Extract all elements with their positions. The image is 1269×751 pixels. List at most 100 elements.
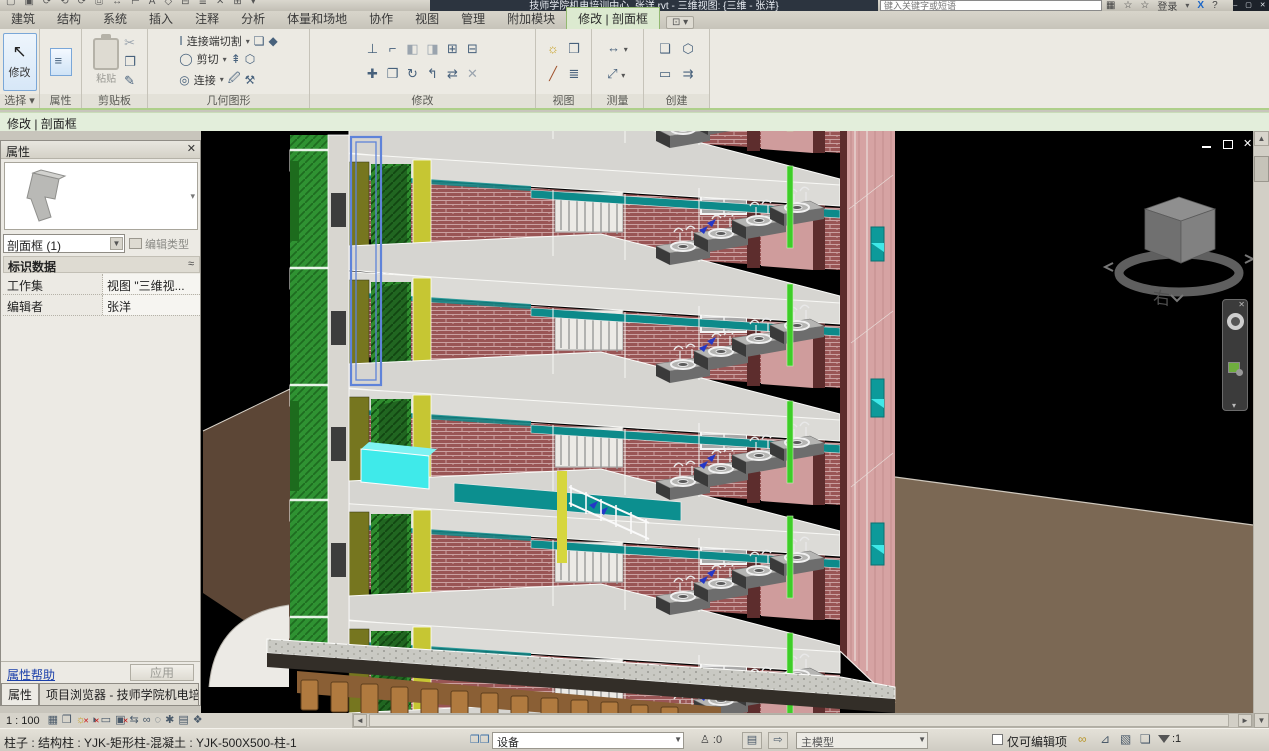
render-icon[interactable]: ❒	[568, 41, 580, 57]
filter-funnel-icon[interactable]	[1158, 735, 1170, 743]
vertical-scroll-thumb[interactable]	[1254, 156, 1269, 182]
editor-value[interactable]: 张洋	[103, 295, 200, 315]
crop-region-icon[interactable]: ▣✕	[115, 714, 125, 727]
minimize-icon[interactable]	[1201, 139, 1213, 149]
apply-button[interactable]: 应用	[130, 664, 194, 681]
shadows-icon[interactable]: ◑✕	[90, 714, 97, 727]
tab-systems[interactable]: 系统	[92, 8, 138, 29]
scroll-right-icon[interactable]: ►	[1238, 714, 1252, 727]
modify-state-dropdown[interactable]: ⊡ ▾	[666, 16, 694, 29]
tab-collaborate[interactable]: 协作	[358, 8, 404, 29]
tab-view[interactable]: 视图	[404, 8, 450, 29]
exchange-apps-icon[interactable]: X	[1197, 0, 1204, 11]
array-icon[interactable]: ⇄	[447, 66, 458, 82]
exchange-grid-icon[interactable]: ▦	[1106, 0, 1115, 11]
lightbulb-icon[interactable]: ☼	[547, 41, 559, 57]
switch-windows-icon[interactable]: ⊞	[233, 0, 241, 7]
scroll-up-icon[interactable]: ▲	[1254, 131, 1269, 146]
help-icon[interactable]: ?	[1212, 0, 1218, 11]
copy-icon[interactable]: ❐	[124, 54, 136, 70]
properties-header[interactable]: 属性 ✕	[1, 141, 200, 159]
split-icon[interactable]: ⊞	[447, 41, 458, 57]
sun-path-icon[interactable]: ☼✕	[76, 714, 86, 727]
save-icon[interactable]: ▣	[24, 0, 33, 7]
scroll-down-icon[interactable]: ▼	[1254, 713, 1269, 728]
mirror-axis-icon[interactable]: ◧	[406, 41, 418, 57]
favorites-icon[interactable]: ☆	[1123, 0, 1132, 11]
properties-close-icon[interactable]: ✕	[187, 142, 196, 155]
exclude-options-icon[interactable]: ▧	[1120, 732, 1131, 746]
tab-addins[interactable]: 附加模块	[496, 8, 566, 29]
properties-icon[interactable]	[50, 48, 72, 76]
parts-icon[interactable]: ▭	[659, 66, 671, 82]
tab-modify-section-box[interactable]: 修改 | 剖面框	[566, 7, 660, 29]
qat-dropdown-icon[interactable]: ▾	[251, 0, 256, 7]
select-underlay-icon[interactable]: ❏	[1140, 732, 1151, 746]
align-icon[interactable]: ⊥	[367, 41, 378, 57]
group-icon[interactable]: ❑	[659, 41, 671, 57]
navbar-dropdown-icon[interactable]: ▾	[1232, 401, 1236, 410]
close-hidden-icon[interactable]: ✕	[216, 0, 224, 7]
vertical-scrollbar[interactable]: ▲ ▼	[1253, 131, 1269, 728]
worksets-icon[interactable]: ❒❒	[470, 733, 490, 746]
open-icon[interactable]: ▢	[6, 0, 15, 7]
properties-help-link[interactable]: 属性帮助	[7, 666, 55, 683]
similar-icon[interactable]: ⇉	[683, 66, 694, 82]
brush-icon[interactable]: ╱	[549, 66, 557, 82]
worksharing-display-icon[interactable]: ✱	[165, 714, 174, 727]
match-type-icon[interactable]: ✎	[124, 73, 136, 89]
assembly-icon[interactable]: ⬡	[682, 41, 693, 57]
move-icon[interactable]: ✚	[367, 66, 378, 82]
active-workset-select[interactable]: 设备▼	[492, 732, 684, 749]
star-icon[interactable]: ☆	[1140, 0, 1149, 11]
cut-profile-button[interactable]: Ⅰ连接端切割▾❏◆	[179, 33, 278, 49]
type-selector[interactable]: 剖面框 (1) ▼	[3, 234, 125, 253]
scale-button[interactable]: 1 : 100	[6, 715, 40, 727]
editing-requests-indicator[interactable]: ♙ :0	[700, 733, 722, 746]
dimension-icon[interactable]: ⊢	[131, 0, 140, 7]
tab-massing-site[interactable]: 体量和场地	[276, 8, 358, 29]
print-icon[interactable]: ⎙	[95, 0, 103, 7]
horizontal-scrollbar[interactable]: ◄ ►	[352, 713, 1253, 728]
type-selector-dropdown-icon[interactable]: ▼	[110, 237, 123, 250]
mirror-line-icon[interactable]: ◨	[426, 41, 438, 57]
temporary-hide-icon[interactable]: ∞	[143, 714, 151, 727]
reveal-hidden-icon[interactable]: ◌	[155, 714, 162, 727]
tab-project-browser[interactable]: 项目浏览器 - 技师学院机电培训...	[39, 683, 199, 705]
tab-structure[interactable]: 结构	[46, 8, 92, 29]
copy-tool-icon[interactable]: ❐	[387, 66, 399, 82]
tab-properties-palette[interactable]: 属性	[1, 683, 39, 705]
dimension-tool-icon[interactable]: ⤢ ▾	[607, 66, 628, 84]
collapse-chevron-icon[interactable]: ≈	[188, 258, 194, 270]
edit-type-button[interactable]: 编辑类型	[129, 234, 199, 253]
view-window-controls[interactable]: ✕	[1201, 139, 1253, 149]
text-icon[interactable]: A	[149, 0, 156, 7]
tab-insert[interactable]: 插入	[138, 8, 184, 29]
3d-view-icon[interactable]: ◇	[164, 0, 172, 7]
search-input[interactable]	[880, 0, 1102, 11]
panel-caption-select[interactable]: 选择 ▾	[0, 94, 39, 108]
section-icon[interactable]: ⊟	[181, 0, 189, 7]
editable-only-checkbox[interactable]	[992, 734, 1003, 745]
window-controls-top[interactable]: – ▢ ✕	[1233, 0, 1269, 11]
workset-value[interactable]: 视图 "三维视...	[103, 274, 200, 294]
delete-icon[interactable]: ✕	[467, 66, 478, 82]
navigation-bar[interactable]: ✕ ▾	[1222, 299, 1248, 411]
tab-manage[interactable]: 管理	[450, 8, 496, 29]
undo-icon[interactable]: ⟲	[60, 0, 68, 7]
quick-access-toolbar[interactable]: ▢ ▣ ⟳ ⟲ ⟳ ⎙ ↔ ⊢ A ◇ ⊟ ≣ ✕ ⊞ ▾	[0, 0, 256, 7]
redo-icon[interactable]: ⟳	[78, 0, 86, 7]
paste-button[interactable]: 粘贴	[93, 38, 119, 85]
design-options-icon[interactable]: ▤	[742, 732, 762, 749]
visual-style-icon[interactable]: ❒	[62, 714, 72, 727]
design-option-select[interactable]: 主模型▼	[796, 732, 928, 749]
navbar-close-icon[interactable]: ✕	[1238, 300, 1245, 309]
close-icon[interactable]: ✕	[1243, 139, 1253, 149]
modify-tool-button[interactable]: ↖ 修改	[3, 33, 37, 91]
glasses-icon[interactable]: ∞	[1078, 732, 1087, 746]
tab-architecture[interactable]: 建筑	[0, 8, 46, 29]
split-gap-icon[interactable]: ⊟	[467, 41, 478, 57]
scroll-left-icon[interactable]: ◄	[353, 714, 367, 727]
preview-dropdown-icon[interactable]: ▾	[190, 191, 195, 202]
sync-icon[interactable]: ⟳	[43, 0, 51, 7]
